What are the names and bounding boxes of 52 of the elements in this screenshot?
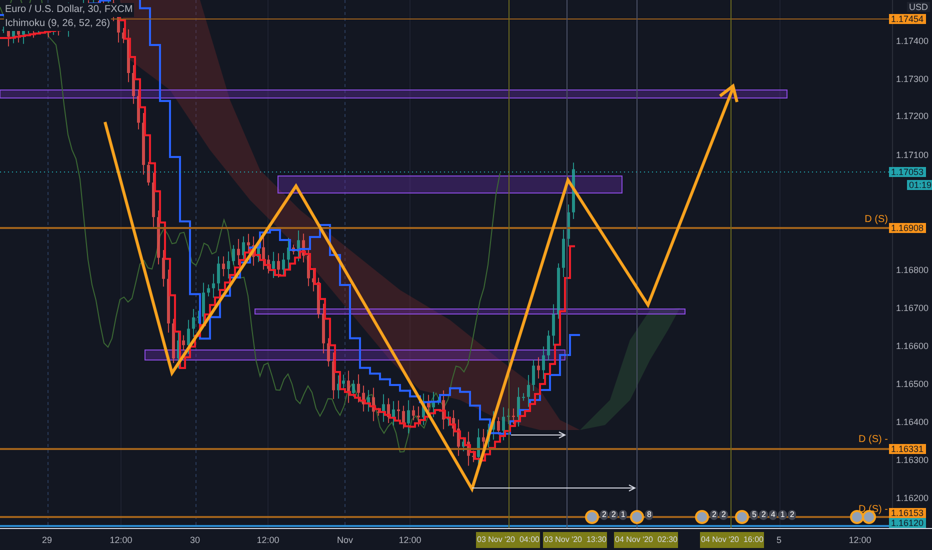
time-label: Nov: [337, 534, 353, 547]
price-label: 1.16500: [896, 378, 929, 390]
time-label: 04 Nov '20 16:00: [700, 532, 764, 548]
event-count: 2: [600, 510, 608, 520]
event-count: 1: [618, 510, 628, 520]
event-count: 5: [750, 510, 758, 520]
price-label: 1.16200: [896, 492, 929, 504]
flag-event-icon[interactable]: [735, 510, 749, 524]
event-count: 2: [788, 510, 796, 520]
time-label: 12:00: [848, 534, 872, 547]
price-label: 1.16800: [896, 264, 929, 276]
time-label: 12:00: [256, 534, 280, 547]
price-badge: 1.16908: [889, 223, 926, 233]
event-count: 1: [778, 510, 787, 520]
level-label: D (S): [864, 214, 888, 226]
flag-event-icon[interactable]: [695, 510, 709, 524]
indicator-legend: Ichimoku (9, 26, 52, 26): [4, 17, 112, 31]
time-label: 5: [776, 534, 782, 547]
price-badge: 01:19: [907, 180, 932, 190]
arrow-line: [510, 432, 566, 438]
price-label: 1.17400: [896, 35, 929, 47]
time-label: 12:00: [398, 534, 422, 547]
price-badge: 1.17454: [889, 14, 926, 24]
time-label: 30: [190, 534, 200, 547]
flag-event-icon[interactable]: [850, 510, 864, 524]
flag-event-icon[interactable]: [630, 510, 644, 524]
price-badge: 1.17053: [889, 167, 926, 177]
event-count: 2: [609, 510, 618, 520]
event-count: 2: [759, 510, 768, 520]
price-label: 1.17300: [896, 73, 929, 85]
price-label: 1.16400: [896, 416, 929, 428]
time-label: 03 Nov '20 13:30: [543, 532, 608, 548]
price-badge: 1.16153: [889, 508, 926, 518]
level-label: D (S) -: [858, 434, 888, 446]
price-label: 1.17100: [896, 149, 929, 161]
price-label: 1.17200: [896, 110, 929, 122]
price-label: 1.16300: [896, 454, 929, 466]
event-count: 4: [768, 510, 778, 520]
currency-label: USD: [907, 2, 930, 12]
symbol-legend: Euro / U.S. Dollar, 30, FXCM: [4, 3, 134, 17]
price-label: 1.16700: [896, 302, 929, 314]
event-count: 8: [645, 510, 654, 520]
time-label: 04 Nov '20 02:30: [614, 532, 678, 548]
time-label: 03 Nov '20 04:00: [476, 532, 540, 548]
flag-event-icon[interactable]: [585, 510, 599, 524]
time-label: 29: [42, 534, 52, 547]
event-count: 2: [710, 510, 718, 520]
event-count: 2: [719, 510, 728, 520]
time-label: 12:00: [110, 534, 132, 547]
price-badge: 1.16331: [889, 444, 926, 454]
price-badge: 1.16120: [889, 518, 926, 528]
price-label: 1.16600: [896, 340, 929, 352]
